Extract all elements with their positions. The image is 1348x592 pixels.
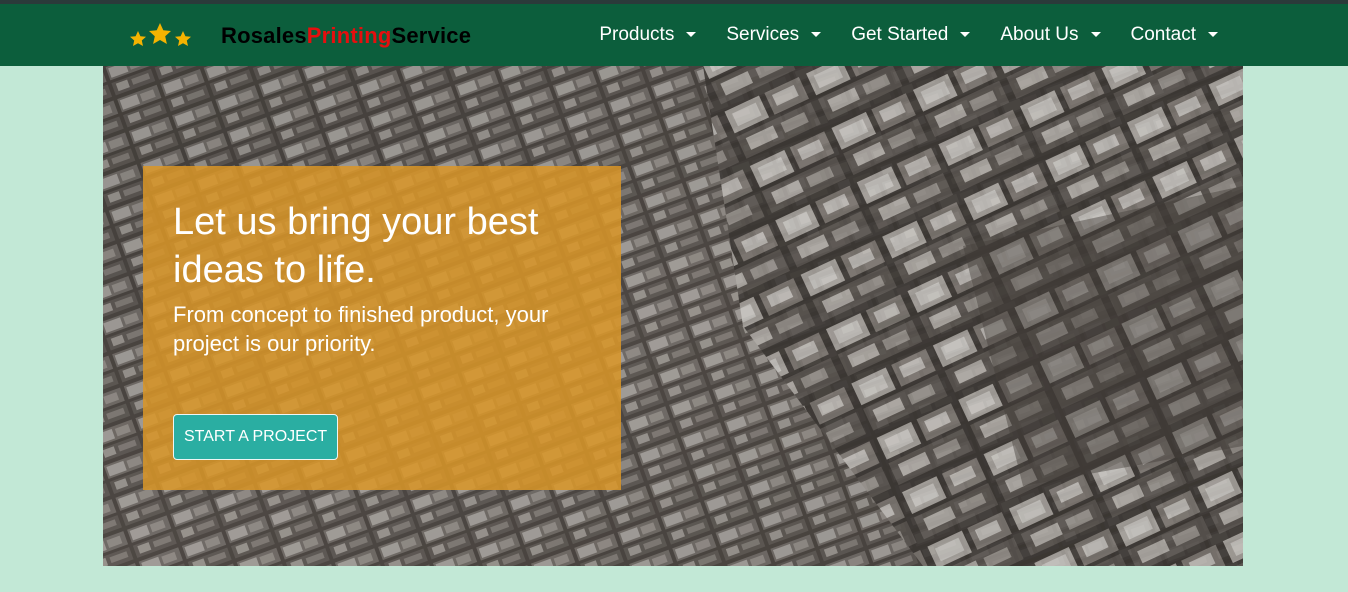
star-icon: [130, 31, 146, 46]
three-stars-icon: [126, 21, 196, 51]
hero-banner: Let us bring your best ideas to life. Fr…: [103, 66, 1243, 566]
brand-name-part-3: Service: [391, 23, 472, 48]
star-icon: [149, 23, 171, 44]
brand-name: RosalesPrintingService: [221, 18, 471, 54]
nav-item-label: Services: [726, 24, 800, 45]
nav-item-label: Products: [599, 24, 675, 45]
start-project-button[interactable]: START A PROJECT: [173, 414, 339, 460]
nav-item-contact[interactable]: Contact: [1131, 24, 1218, 46]
nav-item-label: Get Started: [851, 24, 949, 45]
hero-subline: From concept to finished product, your p…: [173, 302, 549, 356]
brand-name-part-2: Printing: [306, 23, 392, 48]
caret-down-icon: [1090, 31, 1101, 37]
nav-item-about-us[interactable]: About Us: [1000, 24, 1101, 46]
nav-item-services[interactable]: Services: [726, 24, 822, 46]
hero-headline: Let us bring your best ideas to life.: [173, 201, 539, 291]
main-nav: Products Services Get Started About Us C…: [599, 4, 1218, 66]
hero-callout: Let us bring your best ideas to life. Fr…: [143, 166, 621, 490]
caret-down-icon: [960, 31, 971, 37]
star-icon: [175, 31, 191, 46]
caret-down-icon: [811, 31, 822, 37]
nav-item-label: About Us: [1000, 24, 1079, 45]
nav-item-products[interactable]: Products: [599, 24, 697, 46]
brand-logo[interactable]: RosalesPrintingService: [126, 18, 471, 54]
brand-name-part-1: Rosales: [221, 23, 307, 48]
caret-down-icon: [686, 31, 697, 37]
nav-item-get-started[interactable]: Get Started: [851, 24, 971, 46]
caret-down-icon: [1208, 31, 1218, 37]
nav-item-label: Contact: [1130, 24, 1196, 45]
